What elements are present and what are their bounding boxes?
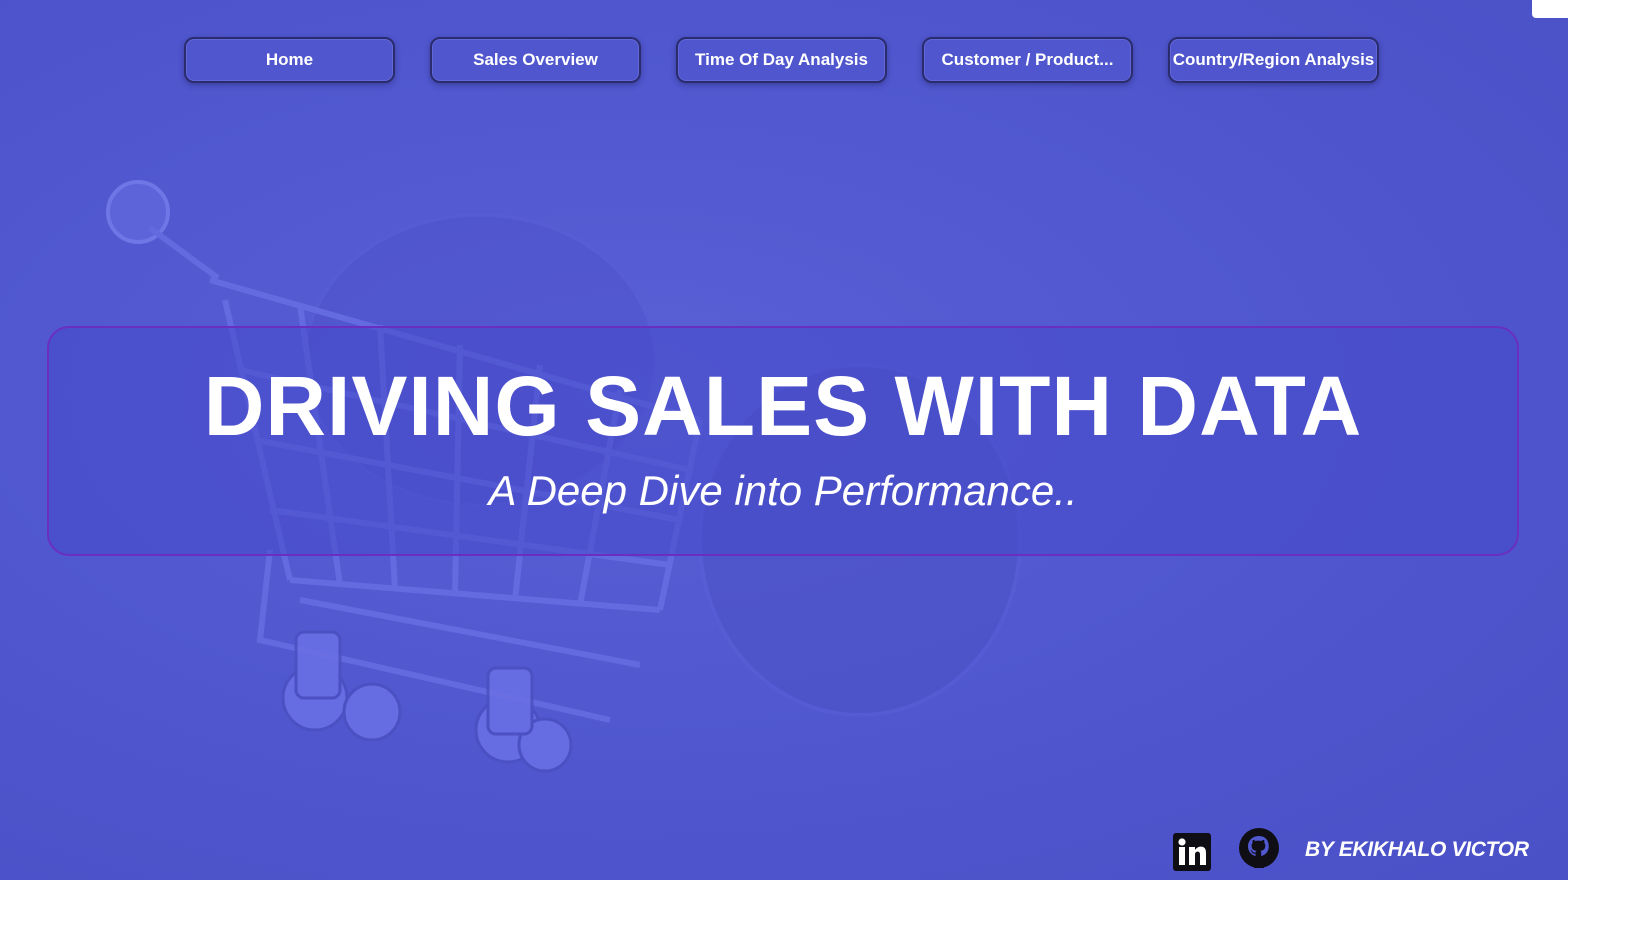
focus-mode-widget[interactable] — [1532, 0, 1568, 18]
nav-button-time-of-day-analysis[interactable]: Time Of Day Analysis — [676, 37, 887, 83]
hero-banner: DRIVING SALES WITH DATA A Deep Dive into… — [47, 326, 1519, 556]
nav-button-customer-product[interactable]: Customer / Product... — [922, 37, 1133, 83]
report-page: Home Sales Overview Time Of Day Analysis… — [0, 0, 1568, 880]
page-title: DRIVING SALES WITH DATA — [203, 359, 1363, 453]
nav-button-sales-overview[interactable]: Sales Overview — [430, 37, 641, 83]
nav-button-country-region-analysis[interactable]: Country/Region Analysis — [1168, 37, 1379, 83]
canvas-margin-bottom — [0, 880, 1649, 925]
github-icon[interactable] — [1238, 827, 1280, 869]
linkedin-icon[interactable] — [1173, 833, 1211, 871]
nav-button-home[interactable]: Home — [184, 37, 395, 83]
navigation-bar: Home Sales Overview Time Of Day Analysis… — [0, 37, 1568, 85]
author-credit: BY EKIKHALO VICTOR — [1305, 838, 1529, 861]
canvas-margin-right — [1568, 0, 1649, 925]
page-subtitle: A Deep Dive into Performance.. — [488, 467, 1078, 514]
